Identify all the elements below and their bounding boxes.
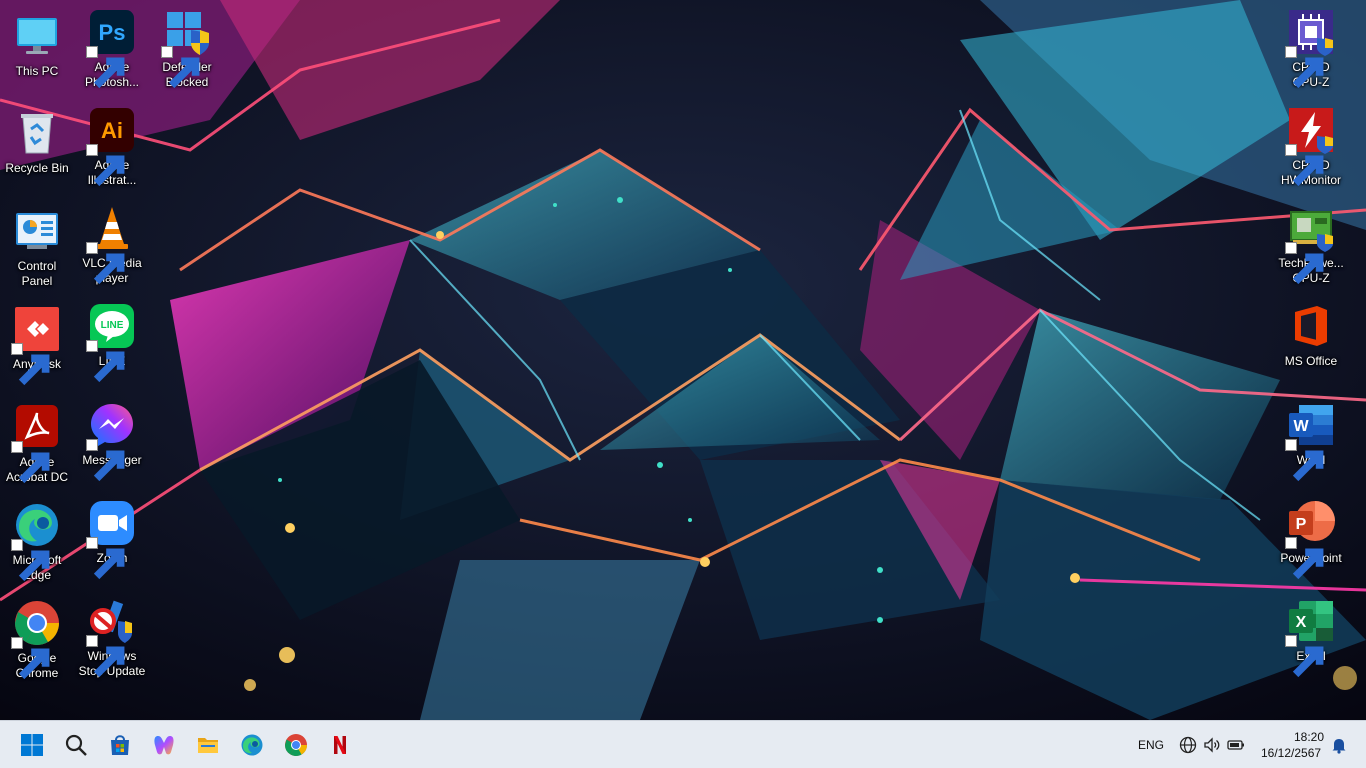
excel-icon: X [1285,597,1335,678]
store-bag-icon [111,735,129,755]
word-icon-tile[interactable]: W Word [1273,395,1349,485]
zoom-icon-tile[interactable]: Zoom [74,493,150,583]
edge-icon [11,501,61,582]
messenger-icon [86,401,136,482]
gpu-card-icon [1285,204,1335,285]
powerpoint-icon: P [1285,499,1335,580]
desktop-wallpaper [0,0,1366,720]
vlc-cone-icon [86,204,136,285]
clock-date[interactable]: 16/12/2567 [1261,746,1321,760]
defender-shield-icon [161,8,211,89]
search-button[interactable] [58,727,94,763]
copilot-button[interactable] [146,727,182,763]
ms-office-icon-tile[interactable]: MS Office [1273,296,1349,386]
control-panel-icon-tile[interactable]: Control Panel [0,201,75,291]
acrobat-icon [11,403,61,484]
cpu-chip-icon [1285,8,1335,89]
word-icon: W [1285,401,1335,482]
recycle-bin-icon [13,109,61,157]
shortcut-arrow-icon [1285,537,1324,580]
search-icon [65,734,87,756]
svg-text:P: P [1296,516,1307,533]
shortcut-arrow-icon [86,340,125,383]
powerpoint-icon-tile[interactable]: P PowerPoint [1273,493,1349,583]
store-button[interactable] [102,727,138,763]
acrobat-icon-tile[interactable]: Adobe Acrobat DC [0,397,75,487]
control-panel-icon [13,207,61,255]
windows-stop-update-icon-tile[interactable]: Windows Stop Update [74,591,150,681]
chrome-icon [285,734,307,756]
netflix-button[interactable] [322,727,358,763]
excel-icon-tile[interactable]: X Excel [1273,591,1349,681]
shortcut-arrow-icon [1285,635,1324,678]
chrome-icon [11,599,61,680]
shortcut-arrow-icon [11,343,50,386]
copilot-icon [154,736,174,755]
bell-icon[interactable] [1330,736,1348,754]
recycle-bin-icon-tile[interactable]: Recycle Bin [0,103,75,193]
line-chat-icon: LINE [86,302,136,383]
svg-text:X: X [1296,614,1307,631]
speaker-icon[interactable] [1203,736,1221,754]
shortcut-arrow-icon [86,46,125,89]
battery-icon[interactable] [1227,736,1245,754]
chrome-taskbar-button[interactable] [278,727,314,763]
edge-taskbar-button[interactable] [234,727,270,763]
shortcut-arrow-icon [86,439,125,482]
hwmonitor-icon-tile[interactable]: CPUID HWMonitor [1273,100,1349,190]
shortcut-arrow-icon [86,537,125,580]
office-icon [1287,302,1335,350]
desktop-icon-label: Recycle Bin [5,161,69,175]
shortcut-arrow-icon [1285,439,1324,482]
shortcut-arrow-icon [11,539,50,582]
desktop-icon-label: MS Office [1284,354,1338,368]
shortcut-arrow-icon [11,441,50,484]
desktop-icon-label: This PC [15,64,59,78]
messenger-icon-tile[interactable]: Messenger [74,395,150,485]
stop-update-icon [86,597,136,678]
start-button[interactable] [14,727,50,763]
globe-icon[interactable] [1179,736,1197,754]
clock-time[interactable]: 18:20 [1294,730,1324,744]
edge-icon-tile[interactable]: Microsoft Edge [0,495,75,585]
hwmonitor-icon [1285,106,1335,187]
shortcut-arrow-icon [86,144,125,187]
svg-text:Ai: Ai [101,118,123,143]
monitor-icon [13,12,61,60]
photoshop-icon-tile[interactable]: Ps Adobe Photosh... [74,2,150,92]
svg-text:LINE: LINE [101,320,124,331]
svg-text:Ps: Ps [99,20,126,45]
this-pc-icon-tile[interactable]: This PC [0,6,75,96]
shortcut-arrow-icon [161,46,200,89]
anydesk-icon [11,305,61,386]
netflix-icon [334,736,346,754]
cpuz-icon-tile[interactable]: CPUID CPU-Z [1273,2,1349,92]
file-explorer-button[interactable] [190,727,226,763]
shortcut-arrow-icon [86,635,125,678]
photoshop-icon: Ps [86,8,136,89]
shortcut-arrow-icon [86,242,125,285]
zoom-camera-icon [86,499,136,580]
gpuz-icon-tile[interactable]: TechPowe... GPU-Z [1273,198,1349,288]
defender-blocked-icon-tile[interactable]: Defender Blocked [149,2,225,92]
language-indicator[interactable]: ENG [1138,738,1164,752]
vlc-icon-tile[interactable]: VLC media player [74,198,150,288]
shortcut-arrow-icon [1285,242,1324,285]
illustrator-icon: Ai [86,106,136,187]
taskbar: ENG 18:20 16/12/2567 [0,720,1366,768]
desktop-icon-label: Control Panel [17,259,57,288]
folder-icon [198,738,218,753]
illustrator-icon-tile[interactable]: Ai Adobe Illustrat... [74,100,150,190]
edge-icon [241,734,263,756]
anydesk-icon-tile[interactable]: AnyDesk [0,299,75,389]
windows-logo-icon [21,734,43,756]
line-icon-tile[interactable]: LINE LINE [74,296,150,386]
shortcut-arrow-icon [1285,144,1324,187]
shortcut-arrow-icon [1285,46,1324,89]
chrome-icon-tile[interactable]: Google Chrome [0,593,75,683]
svg-text:W: W [1293,418,1309,435]
shortcut-arrow-icon [11,637,50,680]
